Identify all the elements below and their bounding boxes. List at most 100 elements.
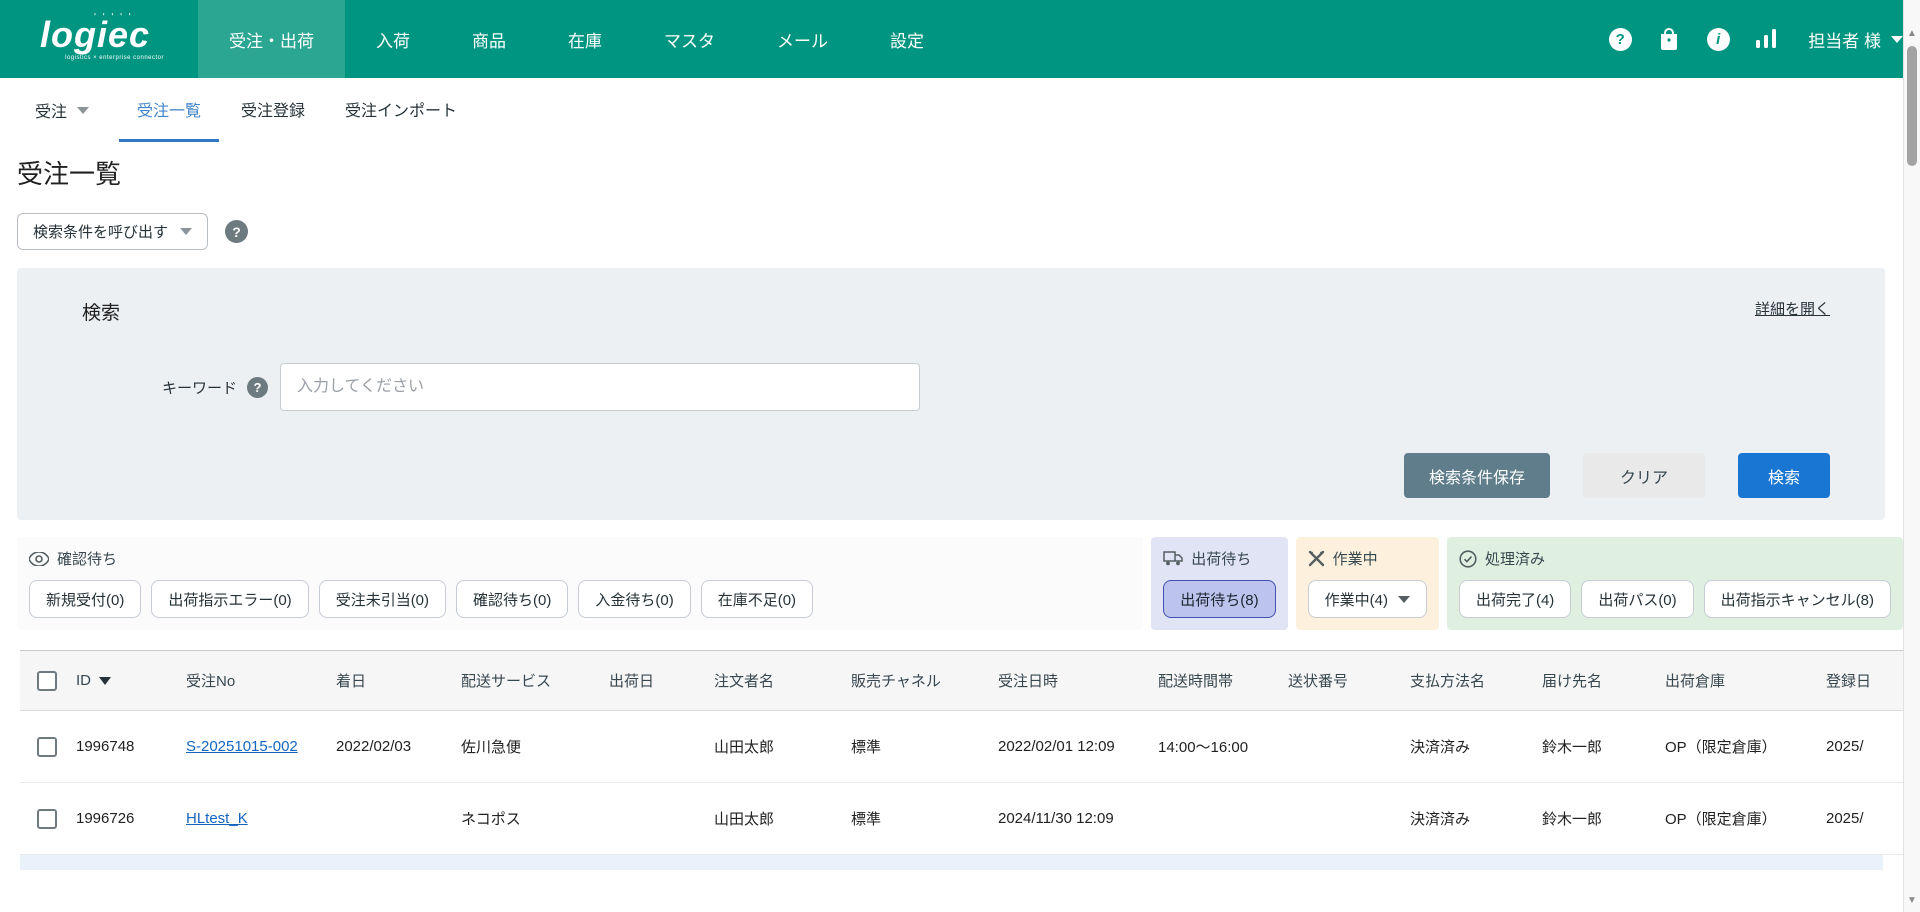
order-no-link[interactable]: S-20251015-002 xyxy=(186,738,298,755)
topbar-right-cluster: ? i 担当者 様 xyxy=(1608,0,1903,78)
cell-id: 1996726 xyxy=(68,783,178,855)
filter-shipment-pass[interactable]: 出荷パス(0) xyxy=(1581,580,1693,618)
cell-recipient-name: 鈴木一郎 xyxy=(1534,783,1657,855)
row-checkbox[interactable] xyxy=(37,737,57,757)
truck-icon xyxy=(1163,551,1183,566)
load-search-conditions-button[interactable]: 検索条件を呼び出す xyxy=(17,213,208,250)
filter-awaiting-payment[interactable]: 入金待ち(0) xyxy=(578,580,690,618)
cell-ship-date xyxy=(601,783,706,855)
cell-payment-method: 決済済み xyxy=(1402,783,1534,855)
filter-out-of-stock[interactable]: 在庫不足(0) xyxy=(701,580,813,618)
column-header-ship-date[interactable]: 出荷日 xyxy=(601,651,706,711)
table-row: 1996726 HLtest_K ネコポス 山田太郎 標準 2024/11/30… xyxy=(20,783,1903,855)
column-header-id[interactable]: ID xyxy=(68,651,178,711)
user-menu[interactable]: 担当者 様 xyxy=(1808,27,1903,52)
cell-registered-date: 2025/ xyxy=(1818,711,1903,783)
column-header-warehouse[interactable]: 出荷倉庫 xyxy=(1657,651,1818,711)
open-details-link[interactable]: 詳細を開く xyxy=(1755,298,1830,319)
column-header-order-datetime[interactable]: 受注日時 xyxy=(990,651,1150,711)
save-search-conditions-button[interactable]: 検索条件保存 xyxy=(1404,453,1550,498)
nav-item-inventory[interactable]: 在庫 xyxy=(537,0,633,78)
scrollbar-thumb[interactable] xyxy=(1907,46,1917,166)
tab-order-register[interactable]: 受注登録 xyxy=(223,78,323,142)
check-circle-icon xyxy=(1459,550,1477,568)
vertical-scrollbar[interactable]: ▲ ▼ xyxy=(1903,0,1920,912)
info-icon[interactable]: i xyxy=(1706,27,1730,51)
column-header-recipient-name[interactable]: 届け先名 xyxy=(1534,651,1657,711)
cell-sales-channel: 標準 xyxy=(843,711,990,783)
column-header-payment-method[interactable]: 支払方法名 xyxy=(1402,651,1534,711)
filter-pending-confirmation[interactable]: 確認待ち(0) xyxy=(456,580,568,618)
logo-tagline: logistics × enterprise connector xyxy=(65,55,164,61)
cell-delivery-service: 佐川急便 xyxy=(453,711,601,783)
app-logo[interactable]: ' ' ' ' ' logiec logistics × enterprise … xyxy=(20,0,170,78)
order-section-dropdown[interactable]: 受注 xyxy=(35,98,89,122)
tab-order-import[interactable]: 受注インポート xyxy=(327,78,475,142)
nav-item-mail[interactable]: メール xyxy=(746,0,859,78)
cell-orderer-name: 山田太郎 xyxy=(706,711,843,783)
user-name: 担当者 様 xyxy=(1808,27,1881,52)
column-header-arrival-date[interactable]: 着日 xyxy=(328,651,453,711)
load-conditions-row: 検索条件を呼び出す ? xyxy=(17,213,1920,250)
cell-id: 1996748 xyxy=(68,711,178,783)
table-row-partially-visible xyxy=(20,855,1883,870)
chevron-down-icon xyxy=(77,107,89,114)
stats-icon[interactable] xyxy=(1755,27,1779,51)
bag-icon[interactable] xyxy=(1657,27,1681,51)
help-tooltip-icon[interactable]: ? xyxy=(225,220,248,243)
filter-awaiting-shipment[interactable]: 出荷待ち(8) xyxy=(1163,580,1275,618)
search-panel: 検索 詳細を開く キーワード ? 検索条件保存 クリア 検索 xyxy=(17,268,1885,520)
logo-rays-decoration: ' ' ' ' ' xyxy=(94,12,133,23)
table-header-row: ID 受注No 着日 配送サービス 出荷日 注文者名 販売チャネル 受注日時 配… xyxy=(20,651,1903,711)
chevron-down-icon xyxy=(1891,36,1903,43)
search-button[interactable]: 検索 xyxy=(1738,453,1830,498)
scroll-down-arrow[interactable]: ▼ xyxy=(1904,895,1920,906)
cell-time-slot: 14:00～16:00 xyxy=(1150,711,1280,783)
cell-arrival-date: 2022/02/03 xyxy=(328,711,453,783)
cell-delivery-service: ネコポス xyxy=(453,783,601,855)
top-navigation-bar: ' ' ' ' ' logiec logistics × enterprise … xyxy=(0,0,1920,78)
clear-button[interactable]: クリア xyxy=(1583,453,1705,498)
column-header-tracking-no[interactable]: 送状番号 xyxy=(1280,651,1402,711)
cell-warehouse: OP（限定倉庫） xyxy=(1657,783,1818,855)
scroll-up-arrow[interactable]: ▲ xyxy=(1904,28,1920,39)
column-header-delivery-service[interactable]: 配送サービス xyxy=(453,651,601,711)
help-icon[interactable]: ? xyxy=(1608,27,1632,51)
row-checkbox[interactable] xyxy=(37,809,57,829)
status-group-label: 出荷待ち xyxy=(1191,548,1251,569)
status-filter-row: 確認待ち 新規受付(0) 出荷指示エラー(0) 受注未引当(0) 確認待ち(0)… xyxy=(17,537,1903,630)
status-group-label: 確認待ち xyxy=(57,548,117,569)
cell-tracking-no xyxy=(1280,783,1402,855)
column-header-registered-date[interactable]: 登録日 xyxy=(1818,651,1903,711)
nav-item-products[interactable]: 商品 xyxy=(441,0,537,78)
main-nav: 受注・出荷 入荷 商品 在庫 マスタ メール 設定 xyxy=(198,0,955,78)
status-group-label: 作業中 xyxy=(1333,548,1378,569)
table-row: 1996748 S-20251015-002 2022/02/03 佐川急便 山… xyxy=(20,711,1903,783)
filter-new-received[interactable]: 新規受付(0) xyxy=(29,580,141,618)
filter-shipment-complete[interactable]: 出荷完了(4) xyxy=(1459,580,1571,618)
nav-item-inbound[interactable]: 入荷 xyxy=(345,0,441,78)
column-header-order-no[interactable]: 受注No xyxy=(178,651,328,711)
filter-unallocated[interactable]: 受注未引当(0) xyxy=(319,580,446,618)
filter-ship-instruction-cancel[interactable]: 出荷指示キャンセル(8) xyxy=(1704,580,1891,618)
status-group-in-progress: 作業中 作業中(4) xyxy=(1296,537,1439,630)
column-header-time-slot[interactable]: 配送時間帯 xyxy=(1150,651,1280,711)
keyword-input[interactable] xyxy=(280,363,920,411)
nav-item-orders-shipping[interactable]: 受注・出荷 xyxy=(198,0,345,78)
column-header-orderer-name[interactable]: 注文者名 xyxy=(706,651,843,711)
keyword-help-icon[interactable]: ? xyxy=(247,377,268,398)
status-group-awaiting-shipment: 出荷待ち 出荷待ち(8) xyxy=(1151,537,1287,630)
cell-sales-channel: 標準 xyxy=(843,783,990,855)
filter-in-progress-dropdown[interactable]: 作業中(4) xyxy=(1308,580,1427,618)
filter-ship-instruction-error[interactable]: 出荷指示エラー(0) xyxy=(151,580,308,618)
nav-item-master[interactable]: マスタ xyxy=(633,0,746,78)
tabs: 受注一覧 受注登録 受注インポート xyxy=(117,78,477,142)
nav-item-settings[interactable]: 設定 xyxy=(859,0,955,78)
cell-arrival-date xyxy=(328,783,453,855)
column-header-sales-channel[interactable]: 販売チャネル xyxy=(843,651,990,711)
select-all-checkbox[interactable] xyxy=(37,671,57,691)
sub-nav-tab-row: 受注 受注一覧 受注登録 受注インポート xyxy=(0,78,1920,142)
status-group-pending-confirmation: 確認待ち 新規受付(0) 出荷指示エラー(0) 受注未引当(0) 確認待ち(0)… xyxy=(17,537,1143,630)
order-no-link[interactable]: HLtest_K xyxy=(186,810,248,827)
tab-order-list[interactable]: 受注一覧 xyxy=(119,78,219,142)
